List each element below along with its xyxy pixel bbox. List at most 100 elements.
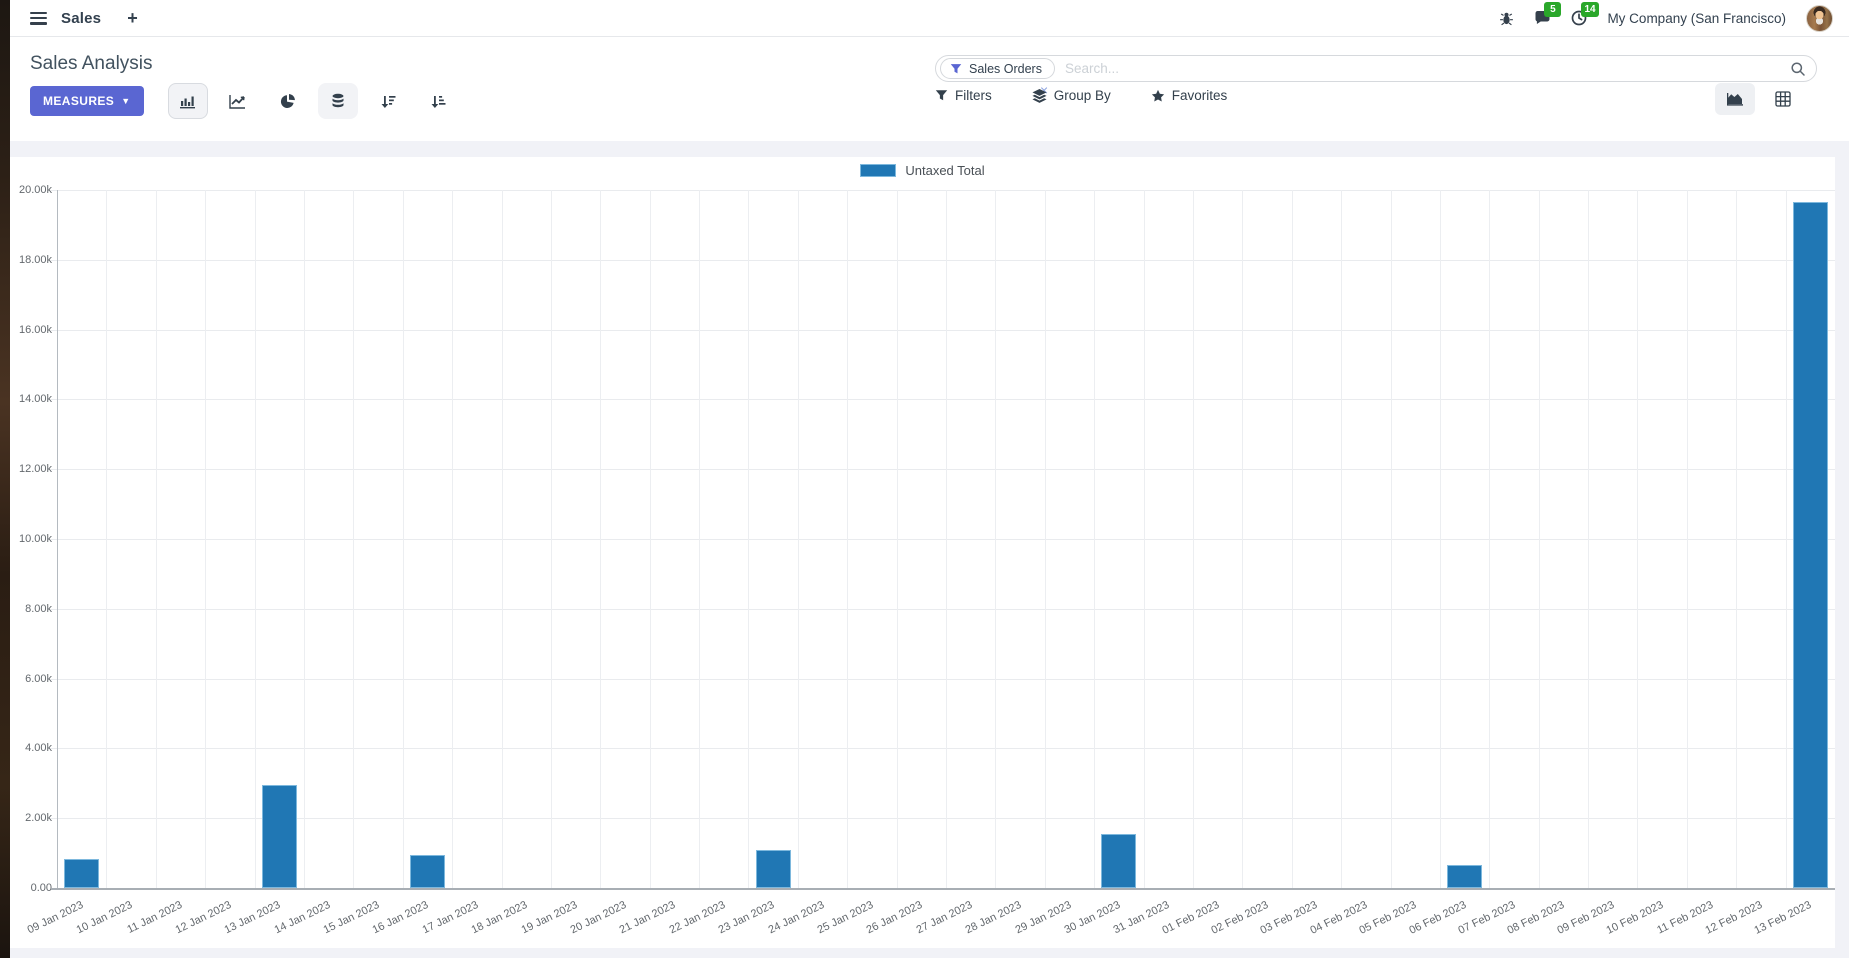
search-facet-sales-orders[interactable]: Sales Orders: [940, 58, 1055, 79]
gridline-vertical: [699, 190, 701, 888]
gridline-vertical: [402, 190, 404, 888]
legend-swatch-untaxed-total: [860, 164, 897, 177]
gridline-vertical: [797, 190, 799, 888]
y-axis-line: [57, 190, 58, 888]
gridline-horizontal: [51, 748, 1835, 750]
pie-chart-icon: [280, 94, 295, 108]
gridline-vertical: [995, 190, 997, 888]
odoo-app-window: Sales + 5 14 My Company (San Francisco): [10, 0, 1849, 958]
gridline-horizontal: [51, 818, 1835, 820]
bar[interactable]: [409, 855, 445, 888]
bar[interactable]: [64, 859, 100, 888]
bar[interactable]: [1101, 834, 1137, 888]
layers-icon: [1032, 88, 1047, 103]
apps-menu-icon[interactable]: [30, 11, 47, 25]
search-bar[interactable]: Sales Orders Search...: [935, 55, 1817, 82]
sort-asc-button[interactable]: [418, 83, 458, 119]
bar[interactable]: [755, 850, 791, 888]
gridline-vertical: [1637, 190, 1639, 888]
bar[interactable]: [261, 785, 297, 888]
activities-count-badge: 14: [1581, 2, 1599, 17]
horizontal-scrollbar-track[interactable]: [10, 948, 1849, 958]
gridline-vertical: [155, 190, 157, 888]
gridline-horizontal: [51, 329, 1835, 331]
chevron-down-icon: ▼: [121, 96, 131, 106]
y-axis-tick-label: 4.00k: [25, 742, 52, 755]
gridline-vertical: [1686, 190, 1688, 888]
bar-chart-icon: [180, 96, 196, 108]
gridline-vertical: [1094, 190, 1096, 888]
control-panel: Sales Analysis Sales Orders Search... × …: [10, 37, 1849, 141]
sales-analysis-chart: Untaxed Total 20.00k 18.00k 16.00k 14.00k 12…: [10, 157, 1836, 948]
bar[interactable]: [1792, 202, 1828, 888]
new-tab-button[interactable]: +: [127, 8, 138, 29]
gridline-vertical: [847, 190, 849, 888]
y-axis-tick-label: 18.00k: [18, 253, 52, 266]
area-chart-icon: [1727, 92, 1743, 106]
y-axis-tick-label: 16.00k: [18, 323, 52, 336]
gridline-vertical: [1192, 190, 1194, 888]
search-facet-label: Sales Orders: [969, 61, 1042, 76]
graph-view-button[interactable]: [1715, 83, 1755, 115]
gridline-vertical: [205, 190, 207, 888]
gridline-vertical: [1736, 190, 1738, 888]
y-axis-tick-label: 12.00k: [18, 463, 52, 476]
gridline-vertical: [748, 190, 750, 888]
y-axis-tick-label: 0.00: [30, 882, 52, 894]
gridline-vertical: [600, 190, 602, 888]
y-axis-tick-label: 2.00k: [25, 812, 52, 825]
favorites-menu[interactable]: Favorites: [1151, 88, 1227, 103]
x-axis-line: [51, 888, 1835, 890]
gridline-horizontal: [51, 678, 1835, 680]
gridline-vertical: [1439, 190, 1441, 888]
gridline-vertical: [946, 190, 947, 888]
filters-menu[interactable]: Filters: [935, 88, 992, 103]
pie-chart-button[interactable]: [268, 83, 308, 119]
gridline-vertical: [1341, 190, 1343, 888]
gridline-vertical: [254, 190, 256, 888]
bar[interactable]: [1447, 865, 1483, 888]
measures-button[interactable]: MEASURES ▼: [30, 86, 144, 116]
gridline-vertical: [303, 190, 305, 888]
activities-menu[interactable]: 14: [1571, 2, 1599, 26]
gridline-horizontal: [51, 399, 1835, 401]
gridline-vertical: [1143, 190, 1145, 888]
search-input[interactable]: Search...: [1065, 61, 1790, 76]
gridline-vertical: [1489, 190, 1491, 888]
line-chart-button[interactable]: [218, 83, 258, 119]
gridline-vertical: [1242, 190, 1244, 888]
y-axis-tick-label: 6.00k: [25, 672, 52, 685]
user-avatar[interactable]: [1806, 4, 1833, 32]
gridline-vertical: [1785, 190, 1787, 888]
gridline-vertical: [106, 190, 108, 888]
stacked-toggle-button[interactable]: [317, 83, 358, 119]
messages-count-badge: 5: [1544, 2, 1562, 17]
pivot-table-icon: [1775, 91, 1791, 107]
gridline-vertical: [896, 190, 898, 888]
chart-legend[interactable]: Untaxed Total: [10, 163, 1835, 178]
debug-bug-icon[interactable]: [1499, 11, 1514, 26]
gridline-vertical: [1291, 190, 1293, 888]
gridline-horizontal: [51, 469, 1835, 471]
search-icon[interactable]: [1790, 61, 1806, 77]
messages-menu[interactable]: 5: [1534, 2, 1562, 26]
sort-amount-asc-icon: [431, 95, 446, 108]
gridline-horizontal: [51, 608, 1835, 610]
app-menu-sales[interactable]: Sales: [61, 10, 101, 27]
group-by-menu[interactable]: Group By: [1032, 88, 1111, 103]
top-navbar: Sales + 5 14 My Company (San Francisco): [10, 0, 1849, 37]
gridline-vertical: [550, 190, 552, 888]
company-switcher[interactable]: My Company (San Francisco): [1607, 11, 1786, 26]
pivot-view-button[interactable]: [1763, 83, 1803, 115]
y-axis-tick-label: 10.00k: [18, 533, 52, 545]
bar-chart-button[interactable]: [167, 83, 208, 119]
gridline-vertical: [649, 190, 651, 888]
gridline-vertical: [1390, 190, 1392, 888]
sort-desc-button[interactable]: [368, 83, 408, 119]
page-title: Sales Analysis: [30, 53, 153, 74]
vertical-scrollbar-track[interactable]: [1835, 157, 1849, 958]
star-icon: [1151, 89, 1164, 102]
sort-amount-desc-icon: [381, 95, 396, 108]
desktop-background-strip: [0, 0, 10, 958]
y-axis-tick-label: 20.00k: [18, 184, 52, 196]
